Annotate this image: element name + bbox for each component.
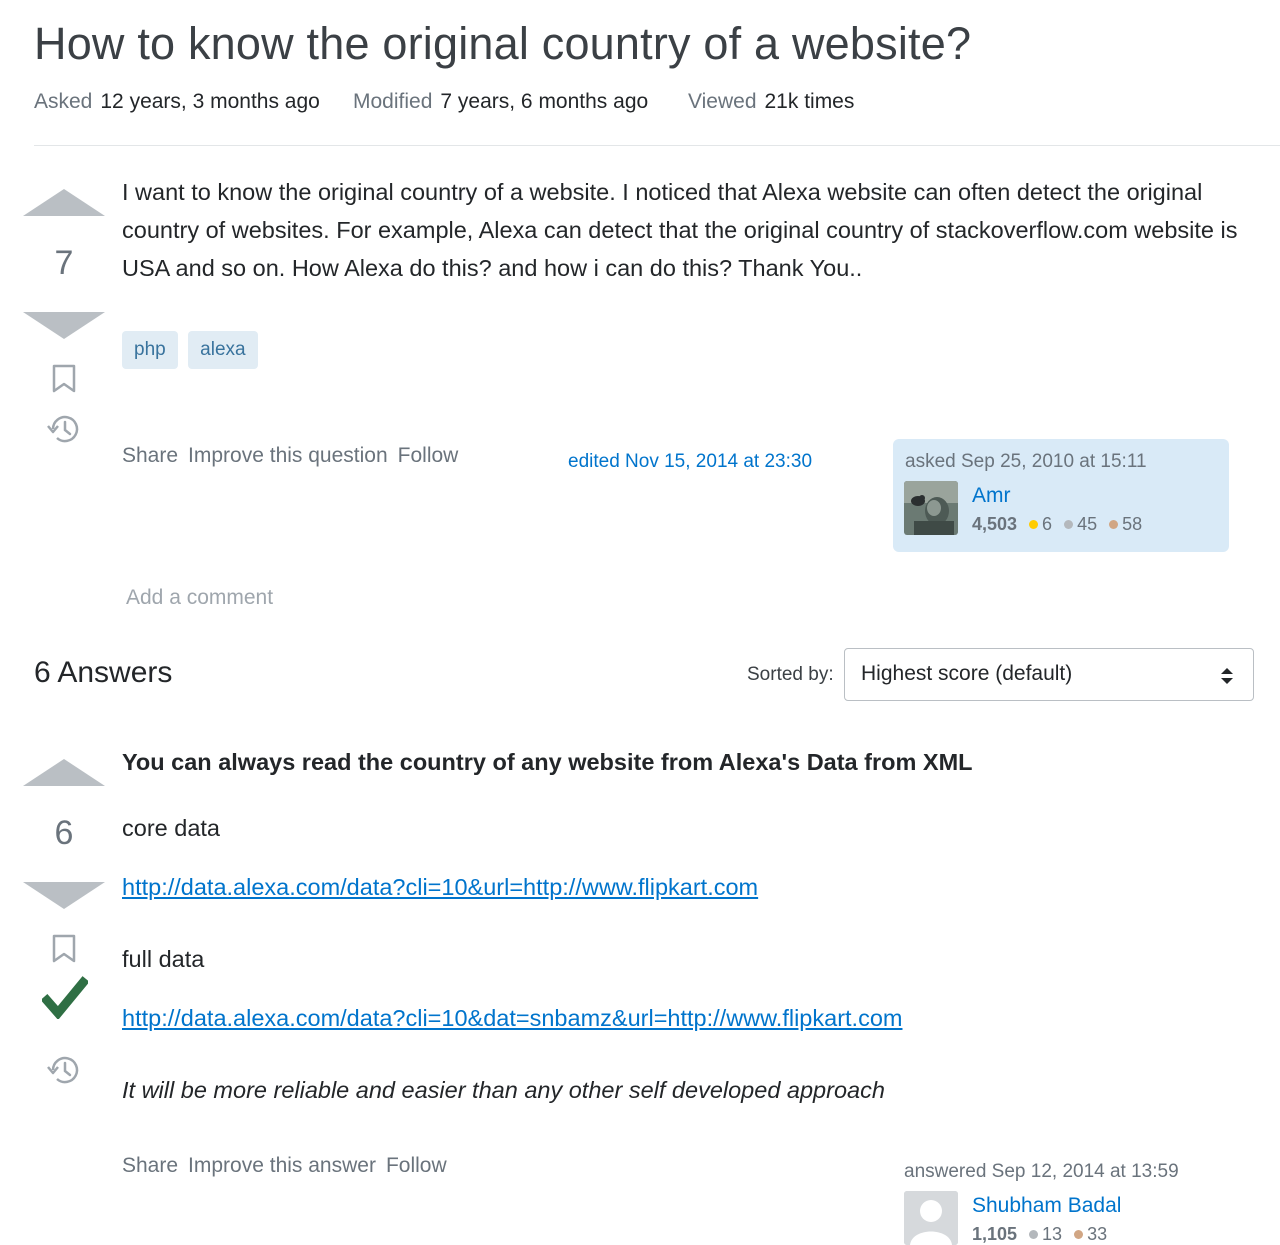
owner-reputation: 4,503 6 45 58 [972, 514, 1142, 535]
answers-count: 6 Answers [34, 656, 173, 689]
tag-php[interactable]: php [122, 331, 178, 369]
bookmark-icon[interactable] [51, 364, 77, 399]
asked-time: asked Sep 25, 2010 at 15:11 [905, 451, 1147, 472]
answer-downvote-button[interactable] [23, 882, 105, 909]
downvote-button[interactable] [23, 312, 105, 339]
answer-heading: You can always read the country of any w… [122, 749, 973, 775]
upvote-button[interactable] [23, 189, 105, 216]
bookmark-icon[interactable] [51, 934, 77, 969]
silver-badge-count: 45 [1077, 514, 1098, 534]
reputation-score: 1,105 [972, 1224, 1018, 1244]
follow-link[interactable]: Follow [386, 1154, 447, 1177]
bronze-badge-count: 33 [1087, 1224, 1108, 1244]
bronze-badge-icon [1074, 1230, 1084, 1240]
core-data-label: core data [122, 815, 220, 841]
answer-score: 6 [54, 814, 74, 852]
answer-post-menu: Share Improve this answer Follow [122, 1154, 457, 1178]
owner-name-link[interactable]: Amr [972, 484, 1011, 508]
asked-meta: Asked 12 years, 3 months ago [34, 90, 320, 113]
silver-badge-icon [1064, 520, 1074, 530]
answer-upvote-button[interactable] [23, 759, 105, 786]
question-body: I want to know the original country of a… [122, 179, 1238, 281]
answer-owner-name-link[interactable]: Shubham Badal [972, 1194, 1121, 1218]
question-title[interactable]: How to know the original country of a we… [34, 18, 971, 70]
avatar[interactable] [904, 1191, 958, 1245]
silver-badge-count: 13 [1042, 1224, 1063, 1244]
modified-link[interactable]: 7 years, 6 months ago [440, 90, 648, 113]
question-owner-card: asked Sep 25, 2010 at 15:11 Amr 4,503 6 45… [893, 439, 1229, 552]
avatar[interactable] [904, 481, 958, 535]
sort-select[interactable]: Highest score (default) [844, 648, 1254, 701]
improve-question-link[interactable]: Improve this question [188, 444, 388, 467]
edited-link[interactable]: edited Nov 15, 2014 at 23:30 [568, 451, 812, 473]
accepted-checkmark-icon [40, 975, 90, 1024]
add-comment-link[interactable]: Add a comment [126, 586, 273, 610]
gold-badge-count: 6 [1042, 514, 1053, 534]
title-divider [34, 145, 1280, 146]
reputation-score: 4,503 [972, 514, 1018, 534]
answer-note: It will be more reliable and easier than… [122, 1077, 885, 1103]
tag-alexa[interactable]: alexa [188, 331, 258, 369]
history-icon[interactable] [47, 413, 81, 450]
gold-badge-icon [1029, 520, 1039, 530]
full-data-label: full data [122, 946, 205, 972]
share-link[interactable]: Share [122, 1154, 178, 1177]
follow-link[interactable]: Follow [398, 444, 459, 467]
full-data-link[interactable]: http://data.alexa.com/data?cli=10&dat=sn… [122, 1005, 902, 1032]
bronze-badge-count: 58 [1122, 514, 1143, 534]
answered-time: answered Sep 12, 2014 at 13:59 [904, 1161, 1179, 1182]
core-data-link[interactable]: http://data.alexa.com/data?cli=10&url=ht… [122, 874, 758, 901]
sort-select-value: Highest score (default) [861, 662, 1073, 685]
sort-arrows-icon [1221, 668, 1233, 684]
bronze-badge-icon [1109, 520, 1119, 530]
modified-meta: Modified 7 years, 6 months ago [353, 90, 649, 113]
share-link[interactable]: Share [122, 444, 178, 467]
viewed-meta: Viewed 21k times [688, 90, 855, 113]
sorted-by-label: Sorted by: [747, 664, 834, 685]
improve-answer-link[interactable]: Improve this answer [188, 1154, 376, 1177]
question-score: 7 [54, 244, 74, 282]
silver-badge-icon [1029, 1230, 1039, 1240]
question-post-menu: Share Improve this question Follow [122, 444, 468, 468]
history-icon[interactable] [47, 1054, 81, 1091]
tag-list: php alexa [122, 331, 258, 369]
